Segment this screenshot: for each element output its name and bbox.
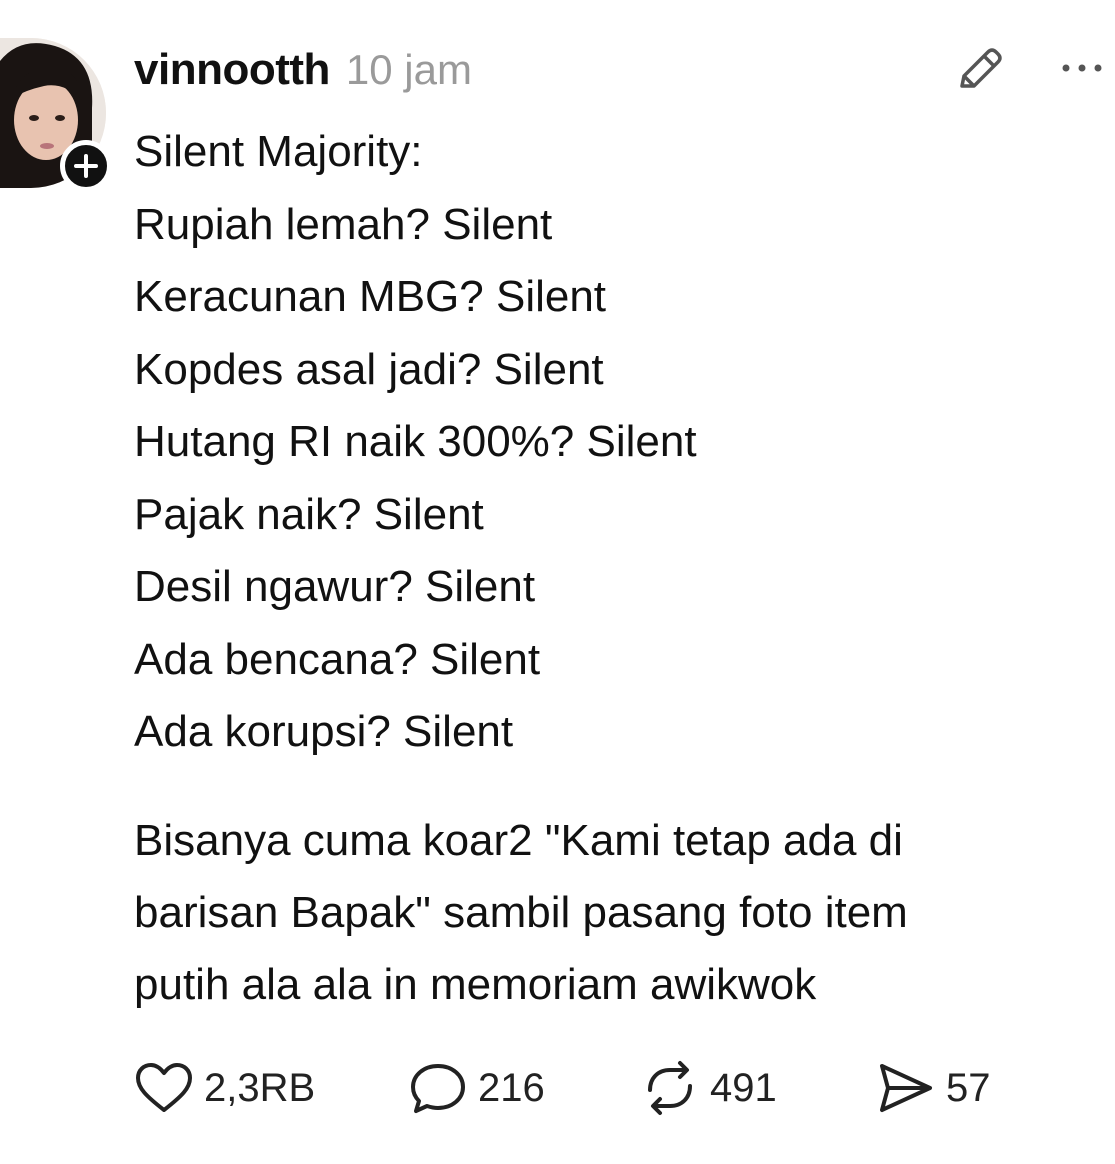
share-button[interactable]: 57 — [876, 1058, 991, 1118]
comment-bubble-icon — [411, 1064, 465, 1113]
repost-arrows-icon — [648, 1061, 692, 1115]
post-line: Pajak naik? Silent — [134, 489, 484, 539]
post-line: Keracunan MBG? Silent — [134, 272, 607, 321]
like-button[interactable]: 2,3RB — [134, 1058, 315, 1118]
like-count: 2,3RB — [204, 1065, 316, 1110]
post-line: Desil ngawur? Silent — [134, 562, 536, 611]
thread-post: vinnootth 10 jam Silent Majority: Rupiah… — [0, 0, 1115, 1164]
username[interactable]: vinnootth — [134, 45, 330, 95]
post-paragraph: Bisanya cuma koar2 "Kami tetap ada di ba… — [134, 805, 1074, 1021]
paragraph-line: barisan Bapak" sambil pasang foto item — [134, 887, 908, 937]
post-content: Silent Majority: Rupiah lemah? Silent Ke… — [134, 116, 1094, 1021]
post-line: Ada bencana? Silent — [134, 634, 541, 684]
post-line: Hutang RI naik 300%? Silent — [134, 417, 697, 466]
comment-button[interactable]: 216 — [408, 1058, 545, 1118]
heart-icon — [136, 1063, 192, 1112]
pencil-icon[interactable] — [952, 40, 1008, 96]
repost-count: 491 — [710, 1065, 777, 1110]
share-count: 57 — [946, 1065, 991, 1110]
repost-button[interactable]: 491 — [640, 1058, 777, 1118]
post-line: Kopdes asal jadi? Silent — [134, 344, 604, 394]
paragraph-line: putih ala ala in memoriam awikwok — [134, 959, 817, 1009]
timestamp: 10 jam — [345, 46, 472, 93]
follow-button[interactable] — [60, 140, 112, 192]
ellipsis-icon[interactable] — [1058, 58, 1106, 78]
comment-count: 216 — [478, 1065, 545, 1110]
post-actions: 2,3RB 216 491 57 — [134, 1058, 1034, 1118]
post-line: Rupiah lemah? Silent — [134, 199, 553, 249]
paragraph-line: Bisanya cuma koar2 "Kami tetap ada di — [134, 815, 903, 865]
post-line: Silent Majority: — [134, 127, 423, 176]
plus-icon — [74, 154, 98, 178]
post-line: Ada korupsi? Silent — [134, 707, 514, 756]
post-header: vinnootth 10 jam — [134, 40, 472, 100]
send-icon — [880, 1064, 932, 1112]
